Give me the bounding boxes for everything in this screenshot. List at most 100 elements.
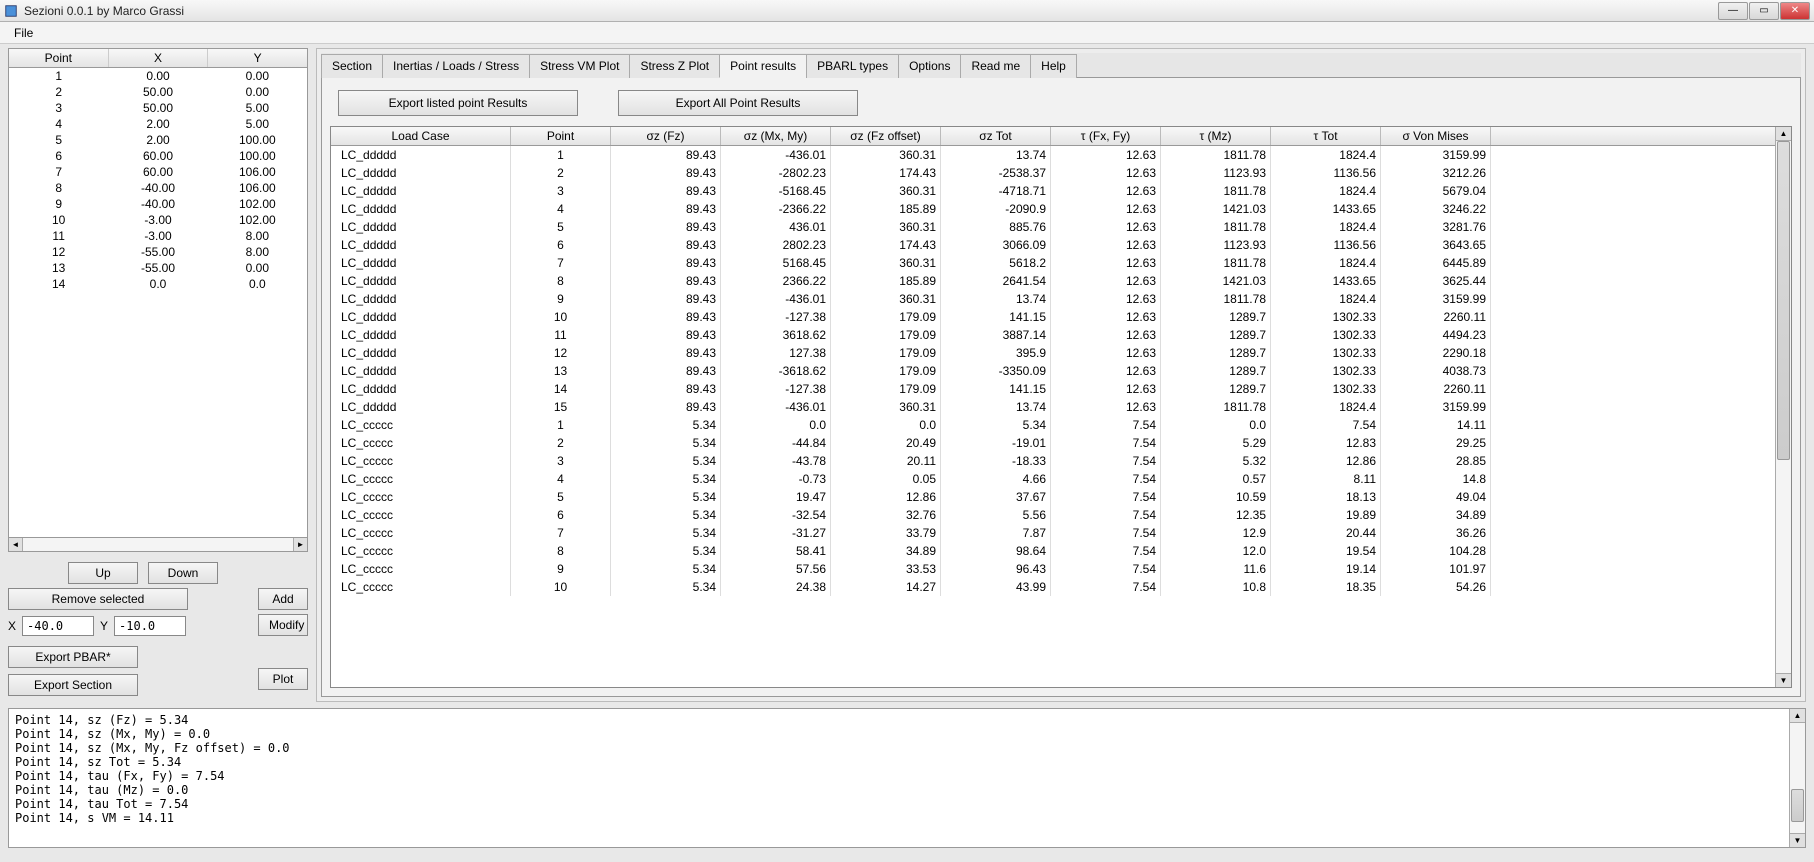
results-header-cell[interactable]: σz (Fz)	[611, 127, 721, 145]
tab-help[interactable]: Help	[1030, 54, 1077, 78]
results-cell: 436.01	[721, 218, 831, 236]
points-row[interactable]: 760.00106.00	[9, 164, 307, 180]
tab-inertias-loads-stress[interactable]: Inertias / Loads / Stress	[382, 54, 530, 78]
scroll-down-icon[interactable]: ▼	[1776, 673, 1791, 687]
x-input[interactable]	[22, 616, 94, 636]
scroll-up-icon[interactable]: ▲	[1776, 127, 1791, 141]
points-row[interactable]: 42.005.00	[9, 116, 307, 132]
results-row[interactable]: LC_ddddd1189.433618.62179.093887.1412.63…	[331, 326, 1775, 344]
points-header-cell[interactable]: Point	[9, 49, 109, 67]
results-cell: 12.63	[1051, 272, 1161, 290]
export-section-button[interactable]: Export Section	[8, 674, 138, 696]
results-row[interactable]: LC_ddddd1589.43-436.01360.3113.7412.6318…	[331, 398, 1775, 416]
points-header-cell[interactable]: Y	[208, 49, 307, 67]
maximize-button[interactable]: ▭	[1749, 2, 1779, 20]
scroll-right-icon[interactable]: ►	[293, 538, 307, 551]
results-row[interactable]: LC_ddddd1089.43-127.38179.09141.1512.631…	[331, 308, 1775, 326]
points-row[interactable]: 10-3.00102.00	[9, 212, 307, 228]
results-row[interactable]: LC_ddddd189.43-436.01360.3113.7412.63181…	[331, 146, 1775, 164]
results-row[interactable]: LC_ccccc45.34-0.730.054.667.540.578.1114…	[331, 470, 1775, 488]
remove-selected-button[interactable]: Remove selected	[8, 588, 188, 610]
results-header-cell[interactable]: σz (Mx, My)	[721, 127, 831, 145]
scroll-thumb[interactable]	[1791, 789, 1804, 822]
close-button[interactable]: ✕	[1780, 2, 1810, 20]
results-row[interactable]: LC_ddddd689.432802.23174.433066.0912.631…	[331, 236, 1775, 254]
results-row[interactable]: LC_ccccc35.34-43.7820.11-18.337.545.3212…	[331, 452, 1775, 470]
results-row[interactable]: LC_ddddd1289.43127.38179.09395.912.63128…	[331, 344, 1775, 362]
results-header-cell[interactable]: σz (Fz offset)	[831, 127, 941, 145]
results-row[interactable]: LC_ccccc75.34-31.2733.797.877.5412.920.4…	[331, 524, 1775, 542]
results-header-cell[interactable]: τ Tot	[1271, 127, 1381, 145]
plot-button[interactable]: Plot	[258, 668, 308, 690]
points-hscrollbar[interactable]: ◄ ►	[9, 537, 307, 551]
points-row[interactable]: 13-55.000.00	[9, 260, 307, 276]
results-row[interactable]: LC_ddddd1389.43-3618.62179.09-3350.0912.…	[331, 362, 1775, 380]
results-header-cell[interactable]: Load Case	[331, 127, 511, 145]
output-console[interactable]: Point 14, sz (Fz) = 5.34 Point 14, sz (M…	[8, 708, 1806, 848]
tab-stress-z-plot[interactable]: Stress Z Plot	[629, 54, 720, 78]
results-cell: 1302.33	[1271, 308, 1381, 326]
points-row[interactable]: 10.000.00	[9, 68, 307, 84]
results-header-cell[interactable]: σ Von Mises	[1381, 127, 1491, 145]
console-vscrollbar[interactable]: ▲ ▼	[1789, 709, 1805, 847]
results-row[interactable]: LC_ddddd589.43436.01360.31885.7612.63181…	[331, 218, 1775, 236]
results-row[interactable]: LC_ccccc95.3457.5633.5396.437.5411.619.1…	[331, 560, 1775, 578]
scroll-track[interactable]	[23, 538, 293, 551]
scroll-down-icon[interactable]: ▼	[1790, 833, 1805, 847]
results-row[interactable]: LC_ddddd289.43-2802.23174.43-2538.3712.6…	[331, 164, 1775, 182]
results-header-cell[interactable]: Point	[511, 127, 611, 145]
tab-stress-vm-plot[interactable]: Stress VM Plot	[529, 54, 630, 78]
points-row[interactable]: 52.00100.00	[9, 132, 307, 148]
results-table[interactable]: Load CasePointσz (Fz)σz (Mx, My)σz (Fz o…	[330, 126, 1792, 688]
tab-pbarl-types[interactable]: PBARL types	[806, 54, 899, 78]
points-row[interactable]: 250.000.00	[9, 84, 307, 100]
points-table[interactable]: PointXY 10.000.00250.000.00350.005.0042.…	[8, 48, 308, 552]
scroll-up-icon[interactable]: ▲	[1790, 709, 1805, 723]
results-row[interactable]: LC_ccccc65.34-32.5432.765.567.5412.3519.…	[331, 506, 1775, 524]
results-cell: LC_ddddd	[331, 164, 511, 182]
points-row[interactable]: 660.00100.00	[9, 148, 307, 164]
down-button[interactable]: Down	[148, 562, 218, 584]
results-row[interactable]: LC_ccccc105.3424.3814.2743.997.5410.818.…	[331, 578, 1775, 596]
results-row[interactable]: LC_ccccc25.34-44.8420.49-19.017.545.2912…	[331, 434, 1775, 452]
results-header-cell[interactable]: σz Tot	[941, 127, 1051, 145]
results-cell: 6	[511, 506, 611, 524]
minimize-button[interactable]: —	[1718, 2, 1748, 20]
points-row[interactable]: 9-40.00102.00	[9, 196, 307, 212]
menu-file[interactable]: File	[8, 24, 39, 42]
scroll-left-icon[interactable]: ◄	[9, 538, 23, 551]
export-all-button[interactable]: Export All Point Results	[618, 90, 858, 116]
results-row[interactable]: LC_ddddd989.43-436.01360.3113.7412.63181…	[331, 290, 1775, 308]
up-button[interactable]: Up	[68, 562, 138, 584]
export-listed-button[interactable]: Export listed point Results	[338, 90, 578, 116]
results-cell: 5.34	[611, 416, 721, 434]
results-row[interactable]: LC_ccccc15.340.00.05.347.540.07.5414.11	[331, 416, 1775, 434]
tab-options[interactable]: Options	[898, 54, 961, 78]
tab-point-results[interactable]: Point results	[719, 54, 807, 78]
results-header-cell[interactable]: τ (Fx, Fy)	[1051, 127, 1161, 145]
results-row[interactable]: LC_ddddd389.43-5168.45360.31-4718.7112.6…	[331, 182, 1775, 200]
scroll-thumb[interactable]	[1777, 141, 1790, 460]
results-row[interactable]: LC_ddddd489.43-2366.22185.89-2090.912.63…	[331, 200, 1775, 218]
results-row[interactable]: LC_ccccc55.3419.4712.8637.677.5410.5918.…	[331, 488, 1775, 506]
points-row[interactable]: 140.00.0	[9, 276, 307, 292]
export-pbar-button[interactable]: Export PBAR*	[8, 646, 138, 668]
results-row[interactable]: LC_ddddd889.432366.22185.892641.5412.631…	[331, 272, 1775, 290]
results-cell: 12.63	[1051, 308, 1161, 326]
results-header-cell[interactable]: τ (Mz)	[1161, 127, 1271, 145]
points-header-cell[interactable]: X	[109, 49, 209, 67]
modify-button[interactable]: Modify	[258, 614, 308, 636]
results-vscrollbar[interactable]: ▲ ▼	[1775, 127, 1791, 687]
y-input[interactable]	[114, 616, 186, 636]
results-row[interactable]: LC_ddddd789.435168.45360.315618.212.6318…	[331, 254, 1775, 272]
results-cell: 12.0	[1161, 542, 1271, 560]
points-row[interactable]: 12-55.008.00	[9, 244, 307, 260]
tab-section[interactable]: Section	[321, 54, 383, 78]
tab-read-me[interactable]: Read me	[960, 54, 1031, 78]
points-row[interactable]: 350.005.00	[9, 100, 307, 116]
add-button[interactable]: Add	[258, 588, 308, 610]
results-row[interactable]: LC_ddddd1489.43-127.38179.09141.1512.631…	[331, 380, 1775, 398]
points-row[interactable]: 8-40.00106.00	[9, 180, 307, 196]
points-row[interactable]: 11-3.008.00	[9, 228, 307, 244]
results-row[interactable]: LC_ccccc85.3458.4134.8998.647.5412.019.5…	[331, 542, 1775, 560]
